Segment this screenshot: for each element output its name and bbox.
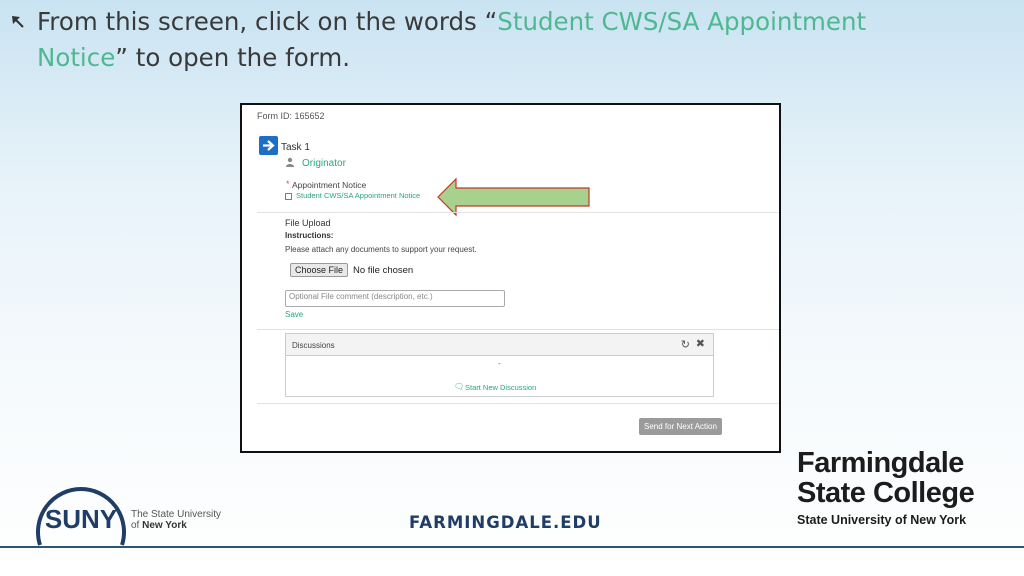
suny-tagline-line2: of New York	[131, 520, 187, 531]
college-name-line1: Farmingdale	[797, 447, 964, 479]
file-comment-input[interactable]: Optional File comment (description, etc.…	[285, 290, 505, 307]
discussions-panel: Discussions ↻ ✖ - 🗨 Start New Discussion	[285, 333, 714, 397]
refresh-icon[interactable]: ↻	[681, 338, 690, 351]
headline-highlight-1: Student CWS/SA Appointment	[497, 7, 867, 36]
file-upload-title: File Upload	[285, 218, 331, 228]
section-divider	[257, 329, 779, 330]
headline-text-end: ” to open the form.	[115, 43, 350, 72]
close-icon[interactable]: ✖	[696, 337, 705, 350]
discussions-empty: -	[498, 359, 501, 368]
arrow-right-icon[interactable]	[259, 136, 278, 155]
college-name-line2: State College	[797, 477, 975, 509]
headline-highlight-2: Notice	[37, 43, 116, 72]
footer-divider	[0, 546, 1024, 548]
appointment-checkbox[interactable]	[285, 193, 292, 200]
arrow-up-left-icon	[12, 16, 24, 28]
farmingdale-logo: Farmingdale State College State Universi…	[797, 447, 975, 529]
start-discussion-link[interactable]: Start New Discussion	[465, 383, 536, 392]
section-divider	[257, 212, 779, 213]
slide-instruction: From this screen, click on the words “St…	[37, 4, 917, 76]
appointment-notice-label: Appointment Notice	[292, 180, 367, 190]
instructions-label: Instructions:	[285, 231, 334, 240]
form-screenshot: Form ID: 165652 Task 1 Originator * Appo…	[240, 103, 781, 453]
suny-tagline: The State University of New York	[131, 509, 221, 531]
discussions-title: Discussions	[292, 341, 335, 350]
choose-file-button[interactable]: Choose File	[290, 263, 349, 277]
save-link[interactable]: Save	[285, 310, 303, 319]
originator-label: Originator	[302, 158, 346, 169]
suny-tagline-line1: The State University	[131, 509, 222, 520]
form-id: Form ID: 165652	[257, 111, 325, 121]
section-divider	[257, 403, 779, 404]
required-marker: *	[286, 179, 290, 189]
person-icon	[286, 157, 294, 167]
website-link[interactable]: FARMINGDALE.EDU	[409, 513, 602, 532]
suny-logo-text: SUNY	[45, 504, 117, 534]
send-for-next-action-button[interactable]: Send for Next Action	[639, 418, 722, 435]
no-file-chosen-text: No file chosen	[353, 265, 414, 276]
college-name-line3: State University of New York	[797, 513, 967, 527]
comment-icon: 🗨	[454, 382, 465, 391]
task-label: Task 1	[281, 142, 310, 153]
suny-logo: SUNY	[36, 487, 126, 546]
discussions-header: Discussions ↻ ✖	[286, 334, 713, 356]
instructions-text: Please attach any documents to support y…	[285, 245, 477, 254]
left-arrow-pointer-icon	[437, 177, 590, 217]
appointment-notice-link[interactable]: Student CWS/SA Appointment Notice	[296, 191, 420, 200]
headline-text-start: From this screen, click on the words “	[37, 7, 498, 36]
